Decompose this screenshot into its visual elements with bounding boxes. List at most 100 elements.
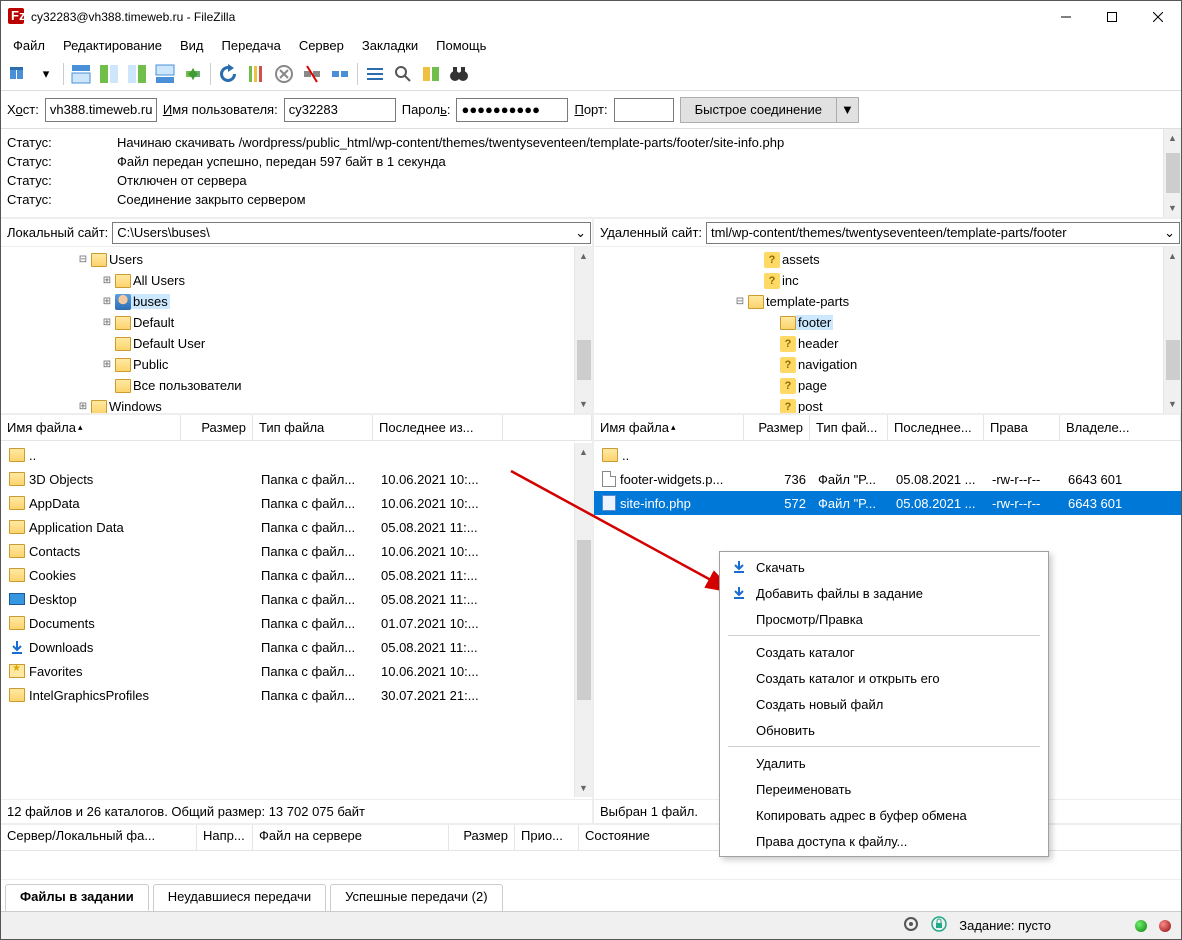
log-scrollbar[interactable]: ▲▼ bbox=[1163, 129, 1181, 217]
expand-icon[interactable]: ⊞ bbox=[77, 401, 89, 413]
tab-success[interactable]: Успешные передачи (2) bbox=[330, 884, 502, 911]
tree-node[interactable]: ? header bbox=[598, 333, 1159, 354]
chevron-down-icon[interactable]: ⌄ bbox=[575, 225, 586, 241]
menu-server[interactable]: Сервер bbox=[291, 36, 352, 55]
remote-list-header[interactable]: Имя файла▴ Размер Тип фай... Последнее..… bbox=[594, 415, 1181, 441]
search-button[interactable] bbox=[390, 61, 416, 87]
menu-transfer[interactable]: Передача bbox=[214, 36, 289, 55]
toggle-remote-tree-button[interactable] bbox=[124, 61, 150, 87]
menu-help[interactable]: Помощь bbox=[428, 36, 494, 55]
unknown-folder-icon: ? bbox=[780, 378, 796, 394]
context-menu-item[interactable]: Права доступа к файлу... bbox=[722, 828, 1046, 854]
context-menu-item[interactable]: Обновить bbox=[722, 717, 1046, 743]
list-item[interactable]: footer-widgets.p... 736 Файл "P... 05.08… bbox=[594, 467, 1181, 491]
menu-edit[interactable]: Редактирование bbox=[55, 36, 170, 55]
list-item[interactable]: AppData Папка с файл... 10.06.2021 10:..… bbox=[1, 491, 574, 515]
list-item[interactable]: .. bbox=[1, 443, 574, 467]
host-input[interactable] bbox=[45, 98, 157, 122]
refresh-button[interactable] bbox=[215, 61, 241, 87]
collapse-icon[interactable]: ⊟ bbox=[734, 296, 746, 308]
collapse-icon[interactable]: ⊟ bbox=[77, 254, 89, 266]
menu-view[interactable]: Вид bbox=[172, 36, 212, 55]
maximize-button[interactable] bbox=[1089, 1, 1135, 33]
user-input[interactable] bbox=[284, 98, 396, 122]
list-item[interactable]: Contacts Папка с файл... 10.06.2021 10:.… bbox=[1, 539, 574, 563]
context-menu-item[interactable]: Скачать bbox=[722, 554, 1046, 580]
tree-node-label: page bbox=[796, 378, 829, 393]
close-button[interactable] bbox=[1135, 1, 1181, 33]
pass-input[interactable] bbox=[456, 98, 568, 122]
toggle-log-button[interactable] bbox=[68, 61, 94, 87]
tree-node[interactable]: ⊞ Windows bbox=[5, 396, 570, 413]
quickconnect-button[interactable]: Быстрое соединение bbox=[680, 97, 837, 123]
menu-bookmarks[interactable]: Закладки bbox=[354, 36, 426, 55]
list-item[interactable]: Downloads Папка с файл... 05.08.2021 11:… bbox=[1, 635, 574, 659]
port-input[interactable] bbox=[614, 98, 674, 122]
local-list-header[interactable]: Имя файла▴ Размер Тип файла Последнее из… bbox=[1, 415, 592, 441]
cancel-button[interactable] bbox=[271, 61, 297, 87]
tree-node[interactable]: ⊟ template-parts bbox=[598, 291, 1159, 312]
tree-node[interactable]: Default User bbox=[5, 333, 570, 354]
tree-node[interactable]: ⊞ Default bbox=[5, 312, 570, 333]
tree-node[interactable]: ? inc bbox=[598, 270, 1159, 291]
list-item[interactable]: Favorites Папка с файл... 10.06.2021 10:… bbox=[1, 659, 574, 683]
context-menu-item[interactable]: Копировать адрес в буфер обмена bbox=[722, 802, 1046, 828]
context-menu-item[interactable]: Создать каталог bbox=[722, 639, 1046, 665]
compare-button[interactable] bbox=[418, 61, 444, 87]
list-item[interactable]: Desktop Папка с файл... 05.08.2021 11:..… bbox=[1, 587, 574, 611]
reconnect-button[interactable] bbox=[327, 61, 353, 87]
minimize-button[interactable] bbox=[1043, 1, 1089, 33]
tree-node[interactable]: ? post bbox=[598, 396, 1159, 413]
tree-node[interactable]: ⊞ buses bbox=[5, 291, 570, 312]
tab-queued[interactable]: Файлы в задании bbox=[5, 884, 149, 911]
expand-icon[interactable]: ⊞ bbox=[101, 317, 113, 329]
context-menu-item[interactable]: Переименовать bbox=[722, 776, 1046, 802]
local-path-input[interactable] bbox=[112, 222, 591, 244]
local-list-scrollbar[interactable]: ▲▼ bbox=[574, 443, 592, 797]
site-manager-button[interactable] bbox=[5, 61, 31, 87]
tree-node[interactable]: ⊞ Public bbox=[5, 354, 570, 375]
chevron-down-icon[interactable]: ⌄ bbox=[1164, 225, 1175, 241]
expand-icon[interactable]: ⊞ bbox=[101, 296, 113, 308]
list-item[interactable]: site-info.php 572 Файл "P... 05.08.2021 … bbox=[594, 491, 1181, 515]
disconnect-button[interactable] bbox=[299, 61, 325, 87]
tree-node[interactable]: ? assets bbox=[598, 249, 1159, 270]
list-item[interactable]: Application Data Папка с файл... 05.08.2… bbox=[1, 515, 574, 539]
tree-node[interactable]: Все пользователи bbox=[5, 375, 570, 396]
list-item[interactable]: 3D Objects Папка с файл... 10.06.2021 10… bbox=[1, 467, 574, 491]
list-item[interactable]: .. bbox=[594, 443, 1181, 467]
local-tree[interactable]: ⊟ Users⊞ All Users⊞ buses⊞ Default Defau… bbox=[1, 247, 574, 413]
remote-tree-scrollbar[interactable]: ▲▼ bbox=[1163, 247, 1181, 413]
expand-icon[interactable]: ⊞ bbox=[101, 275, 113, 287]
gear-icon[interactable] bbox=[903, 916, 919, 935]
context-menu-item[interactable]: Создать новый файл bbox=[722, 691, 1046, 717]
tree-node[interactable]: footer bbox=[598, 312, 1159, 333]
sync-browse-button[interactable] bbox=[180, 61, 206, 87]
list-item[interactable]: Documents Папка с файл... 01.07.2021 10:… bbox=[1, 611, 574, 635]
tree-node[interactable]: ? page bbox=[598, 375, 1159, 396]
tab-failed[interactable]: Неудавшиеся передачи bbox=[153, 884, 326, 911]
context-menu-item[interactable]: Добавить файлы в задание bbox=[722, 580, 1046, 606]
context-menu-item[interactable]: Просмотр/Правка bbox=[722, 606, 1046, 632]
filter-button[interactable] bbox=[362, 61, 388, 87]
expand-icon[interactable]: ⊞ bbox=[101, 359, 113, 371]
quickconnect-dropdown[interactable]: ▼ bbox=[837, 97, 859, 123]
local-tree-scrollbar[interactable]: ▲▼ bbox=[574, 247, 592, 413]
context-menu-item[interactable]: Создать каталог и открыть его bbox=[722, 665, 1046, 691]
menu-file[interactable]: Файл bbox=[5, 36, 53, 55]
process-queue-button[interactable] bbox=[243, 61, 269, 87]
tree-node[interactable]: ⊟ Users bbox=[5, 249, 570, 270]
remote-tree[interactable]: ? assets? inc⊟ template-parts footer? he… bbox=[594, 247, 1163, 413]
dropdown-icon[interactable]: ▾ bbox=[33, 61, 59, 87]
toggle-queue-button[interactable] bbox=[152, 61, 178, 87]
toggle-local-tree-button[interactable] bbox=[96, 61, 122, 87]
list-item[interactable]: IntelGraphicsProfiles Папка с файл... 30… bbox=[1, 683, 574, 707]
local-file-list[interactable]: .. 3D Objects Папка с файл... 10.06.2021… bbox=[1, 443, 574, 797]
tree-node[interactable]: ⊞ All Users bbox=[5, 270, 570, 291]
binoculars-icon[interactable] bbox=[446, 61, 472, 87]
lock-icon[interactable] bbox=[931, 916, 947, 935]
tree-node[interactable]: ? navigation bbox=[598, 354, 1159, 375]
context-menu-item[interactable]: Удалить bbox=[722, 750, 1046, 776]
remote-path-input[interactable] bbox=[706, 222, 1180, 244]
list-item[interactable]: Cookies Папка с файл... 05.08.2021 11:..… bbox=[1, 563, 574, 587]
